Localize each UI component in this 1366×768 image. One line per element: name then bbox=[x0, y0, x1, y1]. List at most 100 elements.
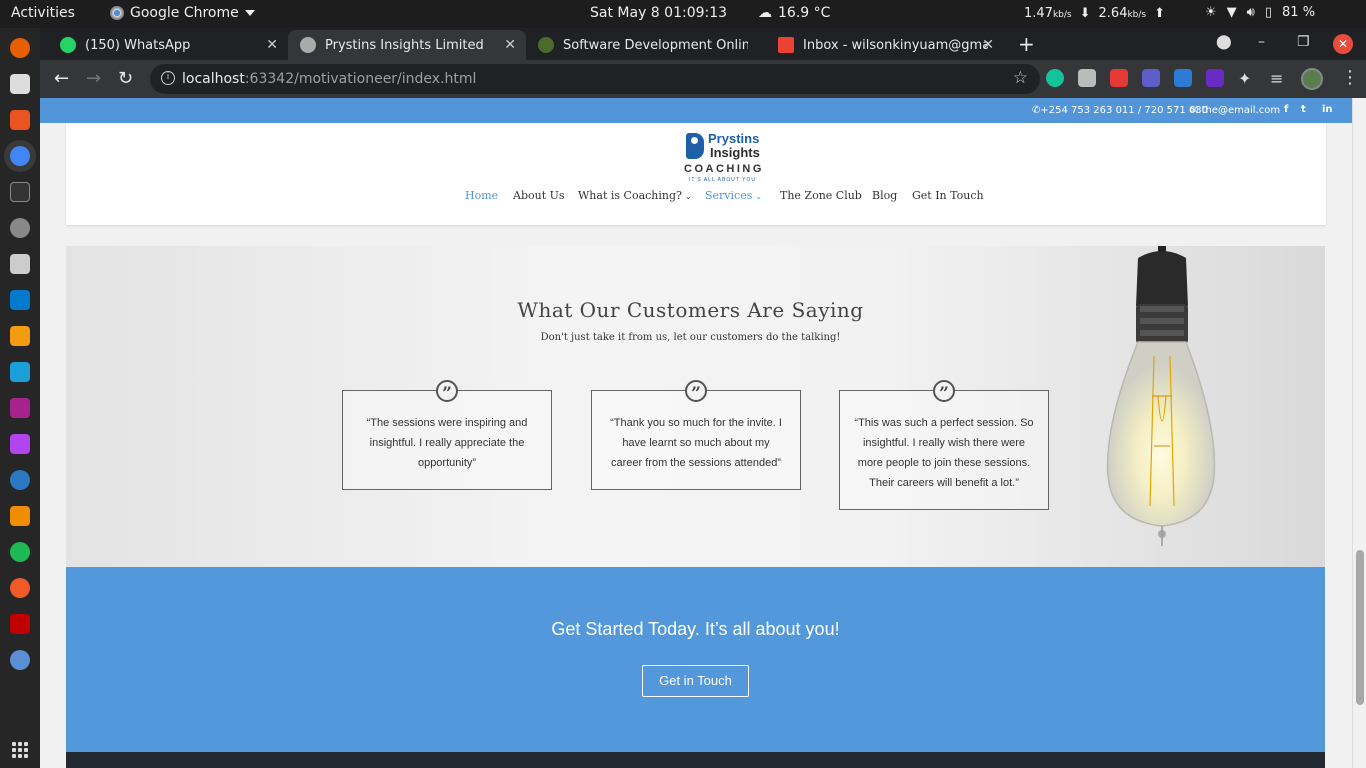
logo-line3: COACHING bbox=[684, 163, 764, 175]
close-icon[interactable]: ✕ bbox=[266, 37, 278, 53]
files-icon[interactable] bbox=[10, 74, 30, 94]
bookmark-star-icon[interactable]: ☆ bbox=[1013, 68, 1028, 88]
forward-arrow-icon[interactable]: → bbox=[86, 68, 101, 89]
phone-text: +254 753 263 011 / 720 571 630 bbox=[1040, 105, 1208, 116]
get-in-touch-button[interactable]: Get in Touch bbox=[642, 665, 749, 697]
testimonial-text: “Thank you so much for the invite. I hav… bbox=[610, 417, 782, 469]
tab-title: Inbox - wilsonkinyuam@gmail.co bbox=[803, 37, 988, 53]
testimonial-text: “The sessions were inspiring and insight… bbox=[366, 417, 528, 469]
facebook-icon[interactable]: f bbox=[1284, 104, 1288, 115]
email-link[interactable]: ✉ the@email.com bbox=[1190, 105, 1280, 116]
tab-title: (150) WhatsApp bbox=[85, 37, 191, 53]
menu-item-services[interactable]: Services ⌄ bbox=[705, 189, 762, 202]
media-icon[interactable]: ≡ bbox=[1270, 69, 1288, 88]
menu-kebab-icon[interactable]: ⋮ bbox=[1341, 67, 1359, 88]
meet-icon[interactable] bbox=[1142, 69, 1160, 87]
arrow-up-icon: ⬆ bbox=[1154, 6, 1166, 21]
quote-icon: ” bbox=[436, 380, 458, 404]
tab-search-icon[interactable]: ⬤ bbox=[1216, 34, 1232, 50]
tab-title: Software Development Online | bbox=[563, 37, 748, 53]
logo-line1: Prystins bbox=[708, 131, 760, 146]
app-icon-2[interactable] bbox=[10, 650, 30, 670]
text-editor-icon[interactable] bbox=[10, 254, 30, 274]
app-menu[interactable]: Google Chrome bbox=[110, 5, 255, 21]
sublime-icon[interactable] bbox=[10, 326, 30, 346]
tab-whatsapp[interactable]: (150) WhatsApp ✕ bbox=[48, 30, 288, 60]
system-tray[interactable]: ☀ ▼ 🔊︎ ▯ 81 % bbox=[1205, 5, 1315, 20]
weather-indicator[interactable]: ☁ 16.9 °C bbox=[758, 5, 830, 21]
menu-item-zone-club[interactable]: The Zone Club bbox=[780, 189, 862, 202]
url-host: localhost bbox=[182, 71, 245, 87]
vlc-icon[interactable] bbox=[10, 506, 30, 526]
twitter-icon[interactable]: t bbox=[1301, 104, 1306, 115]
contact-bar: ✆+254 753 263 011 / 720 571 630 ✉ the@em… bbox=[40, 98, 1352, 123]
linkedin-icon[interactable]: in bbox=[1322, 104, 1333, 115]
chevron-down-icon bbox=[244, 10, 255, 16]
email-text: the@email.com bbox=[1201, 105, 1281, 116]
site-logo[interactable]: Prystins Insights COACHING IT'S ALL ABOU… bbox=[684, 131, 766, 183]
whatsapp-icon bbox=[60, 37, 76, 53]
disk-icon[interactable] bbox=[10, 218, 30, 238]
filezilla-icon[interactable] bbox=[10, 614, 30, 634]
close-icon[interactable]: ✕ bbox=[504, 37, 516, 53]
testimonial-card: ” “Thank you so much for the invite. I h… bbox=[591, 380, 801, 490]
menu-item-home[interactable]: Home bbox=[465, 189, 498, 202]
vscode-icon[interactable] bbox=[10, 290, 30, 310]
tab-prystins[interactable]: Prystins Insights Limited ✕ bbox=[288, 30, 526, 60]
gmail-icon bbox=[778, 37, 794, 53]
webstorm-icon[interactable] bbox=[10, 362, 30, 382]
minimize-icon[interactable]: – bbox=[1258, 34, 1265, 50]
font-icon[interactable] bbox=[1174, 69, 1192, 87]
logo-line2: Insights bbox=[710, 145, 760, 160]
activities-button[interactable]: Activities bbox=[11, 5, 75, 21]
extension-badge-icon[interactable] bbox=[1206, 69, 1224, 87]
info-icon[interactable]: i bbox=[161, 71, 175, 85]
reload-icon[interactable]: ↻ bbox=[118, 68, 133, 89]
menu-item-about-us[interactable]: About Us bbox=[513, 189, 565, 202]
spotify-icon[interactable] bbox=[10, 542, 30, 562]
scrollbar-thumb[interactable] bbox=[1356, 550, 1364, 705]
battery-icon: ▯ bbox=[1264, 5, 1273, 20]
phpstorm-icon[interactable] bbox=[10, 434, 30, 454]
chevron-down-icon: ⌄ bbox=[755, 192, 763, 201]
window-close-button[interactable]: ✕ bbox=[1333, 34, 1353, 54]
show-applications-icon[interactable] bbox=[12, 742, 28, 758]
restore-icon[interactable]: ❐ bbox=[1297, 34, 1310, 50]
address-bar[interactable]: i localhost:63342/motivationeer/index.ht… bbox=[150, 64, 1040, 94]
phone-number[interactable]: ✆+254 753 263 011 / 720 571 630 bbox=[1032, 105, 1208, 116]
close-icon[interactable]: ✕ bbox=[982, 37, 994, 53]
menu-item-what-is-coaching[interactable]: What is Coaching? ⌄ bbox=[578, 189, 692, 202]
back-arrow-icon[interactable]: ← bbox=[54, 68, 69, 89]
postman-icon[interactable] bbox=[10, 578, 30, 598]
software-center-icon[interactable] bbox=[10, 110, 30, 130]
net-down-value: 1.47 bbox=[1024, 6, 1053, 21]
new-tab-button[interactable]: + bbox=[1018, 32, 1035, 56]
grammarly-icon[interactable] bbox=[1046, 69, 1064, 87]
page-scrollbar[interactable] bbox=[1352, 98, 1366, 768]
firefox-icon[interactable] bbox=[10, 38, 30, 58]
tab-strip: (150) WhatsApp ✕ Prystins Insights Limit… bbox=[40, 28, 1366, 60]
terminal-icon[interactable] bbox=[10, 182, 30, 202]
tab-software-development[interactable]: Software Development Online | bbox=[526, 30, 764, 60]
logo-mark bbox=[686, 133, 704, 159]
puzzle-icon[interactable]: ✦ bbox=[1238, 69, 1256, 88]
profile-avatar[interactable] bbox=[1301, 68, 1323, 90]
cloud-icon: ☁ bbox=[758, 5, 772, 21]
app-icon[interactable] bbox=[10, 470, 30, 490]
light-bulb-image bbox=[1106, 246, 1216, 546]
extension-icon[interactable] bbox=[1078, 69, 1096, 87]
tab-gmail[interactable]: Inbox - wilsonkinyuam@gmail.co ✕ bbox=[766, 30, 1004, 60]
menu-item-blog[interactable]: Blog bbox=[872, 189, 897, 202]
logo-tagline: IT'S ALL ABOUT YOU bbox=[689, 177, 756, 183]
intellij-icon[interactable] bbox=[10, 398, 30, 418]
site-footer bbox=[66, 752, 1325, 768]
adblock-icon[interactable] bbox=[1110, 69, 1128, 87]
quote-icon: ” bbox=[685, 380, 707, 404]
chrome-dock-icon[interactable] bbox=[10, 146, 30, 166]
temperature: 16.9 °C bbox=[778, 5, 831, 21]
url-path: :63342/motivationeer/index.html bbox=[244, 71, 477, 87]
menu-item-get-in-touch[interactable]: Get In Touch bbox=[912, 189, 984, 202]
cta-section: Get Started Today. It’s all about you! G… bbox=[66, 567, 1325, 752]
quote-icon: ” bbox=[933, 380, 955, 404]
clock[interactable]: Sat May 8 01:09:13 bbox=[590, 5, 727, 21]
